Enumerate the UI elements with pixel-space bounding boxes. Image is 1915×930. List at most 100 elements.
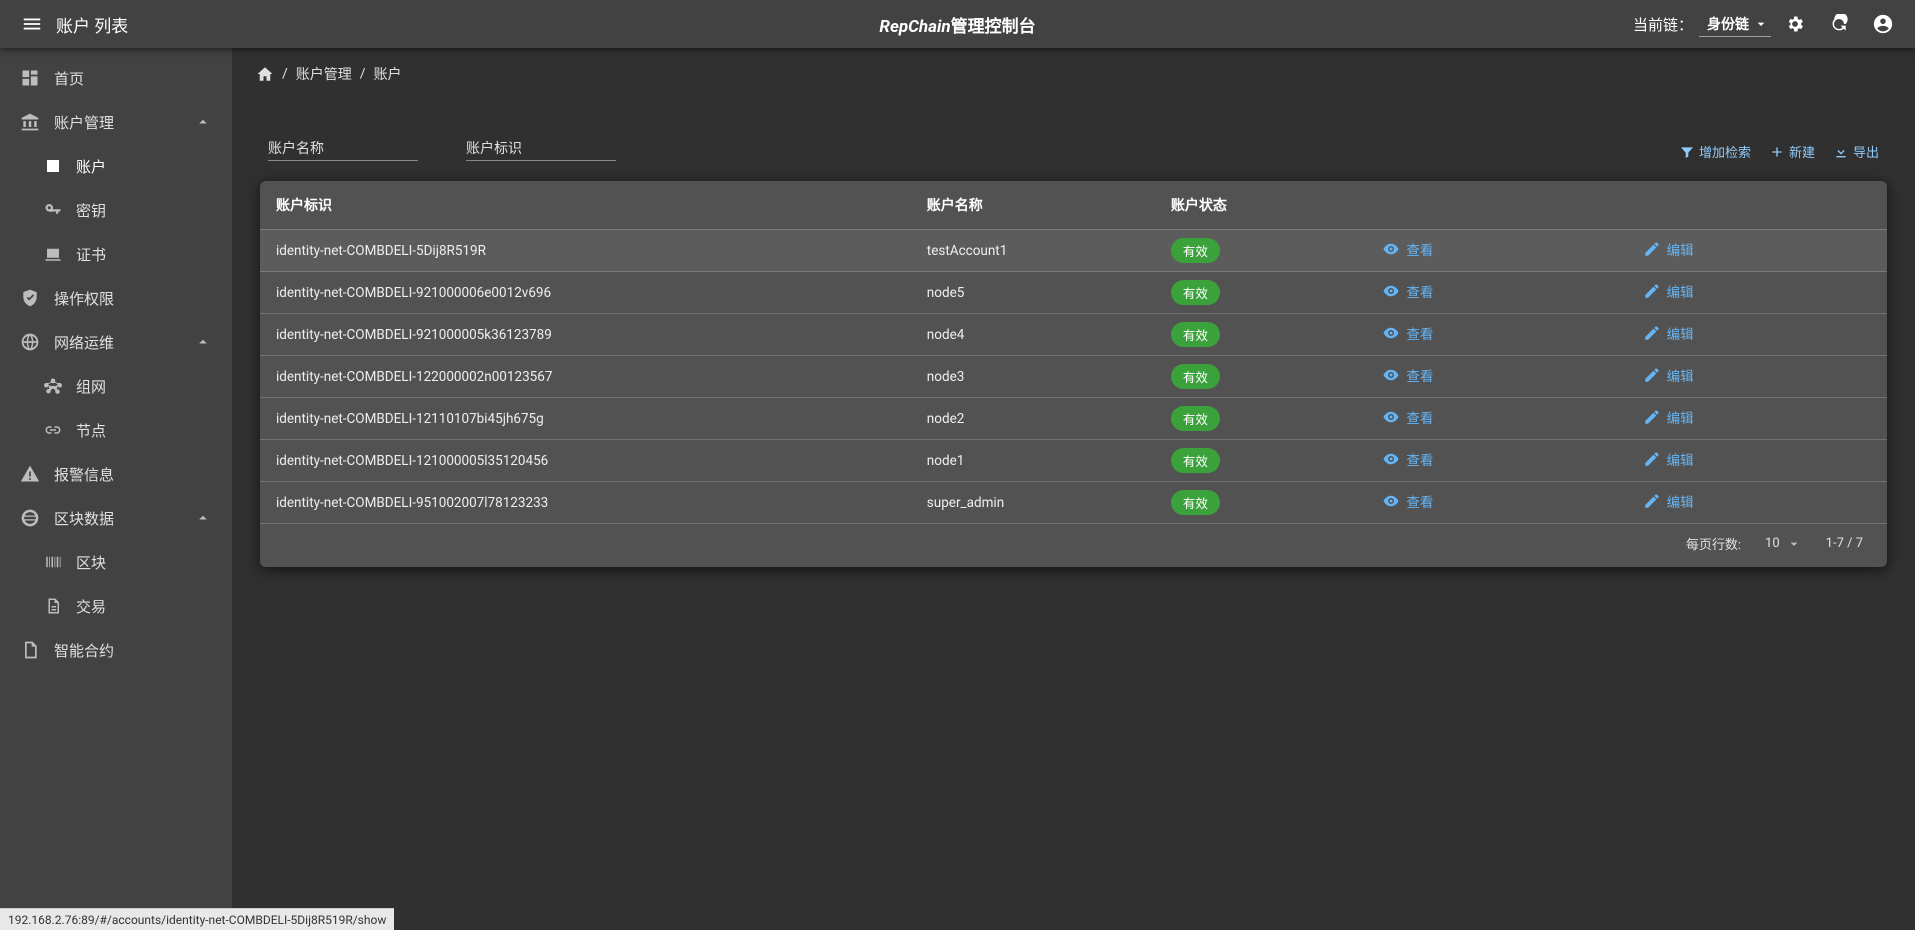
cell-name: node4 [911,314,1155,356]
edit-button[interactable]: 编辑 [1643,449,1694,469]
edit-button[interactable]: 编辑 [1643,365,1694,385]
col-id[interactable]: 账户标识 [260,181,911,230]
settings-button[interactable] [1775,4,1815,44]
table-row[interactable]: identity-net-COMBDELI-5Dij8R519RtestAcco… [260,230,1887,272]
accounts-table: 账户标识 账户名称 账户状态 identity-net-COMBDELI-5Di… [260,181,1887,524]
sidebar-item-key[interactable]: 密钥 [32,188,224,232]
cell-name: node5 [911,272,1155,314]
menu-button[interactable] [12,4,52,44]
status-badge: 有效 [1171,322,1220,347]
app-bar: 账户 列表 RepChain管理控制台 当前链： 身份链 [0,0,1915,48]
cert-icon [44,245,62,263]
edit-label: 编辑 [1667,491,1694,511]
cell-id: identity-net-COMBDELI-921000005k36123789 [260,314,911,356]
edit-button[interactable]: 编辑 [1643,407,1694,427]
sidebar-item-net-ops[interactable]: 网络运维 [8,320,224,364]
page-title: 账户 列表 [56,12,128,37]
view-button[interactable]: 查看 [1382,365,1433,385]
sidebar-item-label: 交易 [76,596,106,617]
col-status[interactable]: 账户状态 [1155,181,1367,230]
gear-icon [1785,14,1805,34]
status-badge: 有效 [1171,238,1220,263]
sidebar-item-account-mgmt[interactable]: 账户管理 [8,100,224,144]
sidebar-item-account[interactable]: 账户 [32,144,224,188]
table-footer: 每页行数: 10 1-7 / 7 [260,524,1887,559]
pagination-range: 1-7 / 7 [1826,536,1863,551]
view-button[interactable]: 查看 [1382,281,1433,301]
refresh-button[interactable] [1819,4,1859,44]
chain-label: 当前链： [1633,14,1693,35]
sidebar-item-block[interactable]: 区块 [32,540,224,584]
view-button[interactable]: 查看 [1382,323,1433,343]
key-icon [44,201,62,219]
status-badge: 有效 [1171,280,1220,305]
app-title-rest: 管理控制台 [951,17,1036,37]
export-button[interactable]: 导出 [1833,142,1879,161]
edit-label: 编辑 [1667,449,1694,469]
sidebar-item-network[interactable]: 组网 [32,364,224,408]
col-name[interactable]: 账户名称 [911,181,1155,230]
sidebar-item-label: 节点 [76,420,106,441]
sidebar-item-cert[interactable]: 证书 [32,232,224,276]
view-button[interactable]: 查看 [1382,407,1433,427]
pencil-icon [1643,282,1661,300]
chevron-down-icon [1786,536,1802,552]
chain-select[interactable]: 身份链 [1699,12,1771,37]
status-badge: 有效 [1171,406,1220,431]
breadcrumb-account[interactable]: 账户 [374,64,402,84]
table-row[interactable]: identity-net-COMBDELI-12110107bi45jh675g… [260,398,1887,440]
status-badge: 有效 [1171,448,1220,473]
account-id-input[interactable] [466,134,616,161]
sidebar-item-label: 网络运维 [54,332,114,353]
cell-status: 有效 [1155,230,1367,272]
sidebar-item-label: 账户 [76,156,106,177]
pencil-icon [1643,408,1661,426]
edit-button[interactable]: 编辑 [1643,323,1694,343]
edit-button[interactable]: 编辑 [1643,281,1694,301]
eye-icon [1382,240,1400,258]
sidebar-item-alarm[interactable]: 报警信息 [8,452,224,496]
sidebar-item-contract[interactable]: 智能合约 [8,628,224,672]
breadcrumb-account-mgmt[interactable]: 账户管理 [296,64,352,84]
table-row[interactable]: identity-net-COMBDELI-122000002n00123567… [260,356,1887,398]
sidebar-item-block-data[interactable]: 区块数据 [8,496,224,540]
rows-per-page-value: 10 [1765,536,1780,551]
edit-button[interactable]: 编辑 [1643,239,1694,259]
sidebar-item-label: 组网 [76,376,106,397]
rows-per-page-select[interactable]: 10 [1765,536,1802,552]
chevron-up-icon [194,509,212,527]
cell-id: identity-net-COMBDELI-122000002n00123567 [260,356,911,398]
edit-button[interactable]: 编辑 [1643,491,1694,511]
cell-id: identity-net-COMBDELI-5Dij8R519R [260,230,911,272]
sidebar-item-home[interactable]: 首页 [8,56,224,100]
table-row[interactable]: identity-net-COMBDELI-921000006e0012v696… [260,272,1887,314]
accounts-table-wrap: 账户标识 账户名称 账户状态 identity-net-COMBDELI-5Di… [260,181,1887,567]
cell-id: identity-net-COMBDELI-921000006e0012v696 [260,272,911,314]
cell-status: 有效 [1155,482,1367,524]
view-label: 查看 [1406,365,1433,385]
home-icon[interactable] [256,65,274,83]
status-badge: 有效 [1171,364,1220,389]
eye-icon [1382,408,1400,426]
sidebar-item-op-perm[interactable]: 操作权限 [8,276,224,320]
breadcrumb-sep: / [282,66,288,82]
account-name-input[interactable] [268,134,418,161]
view-button[interactable]: 查看 [1382,239,1433,259]
table-row[interactable]: identity-net-COMBDELI-951002007l78123233… [260,482,1887,524]
view-button[interactable]: 查看 [1382,491,1433,511]
view-button[interactable]: 查看 [1382,449,1433,469]
sidebar-item-node[interactable]: 节点 [32,408,224,452]
create-button[interactable]: 新建 [1769,142,1815,161]
sidebar-item-tx[interactable]: 交易 [32,584,224,628]
cell-status: 有效 [1155,272,1367,314]
cell-name: super_admin [911,482,1155,524]
table-row[interactable]: identity-net-COMBDELI-921000005k36123789… [260,314,1887,356]
eye-icon [1382,492,1400,510]
edit-label: 编辑 [1667,407,1694,427]
table-row[interactable]: identity-net-COMBDELI-121000005l35120456… [260,440,1887,482]
filter-account-name [268,134,418,161]
add-filter-button[interactable]: 增加检索 [1679,142,1751,161]
profile-button[interactable] [1863,4,1903,44]
view-label: 查看 [1406,491,1433,511]
sidebar: 首页 账户管理 账户 密钥 证书 [0,48,232,908]
